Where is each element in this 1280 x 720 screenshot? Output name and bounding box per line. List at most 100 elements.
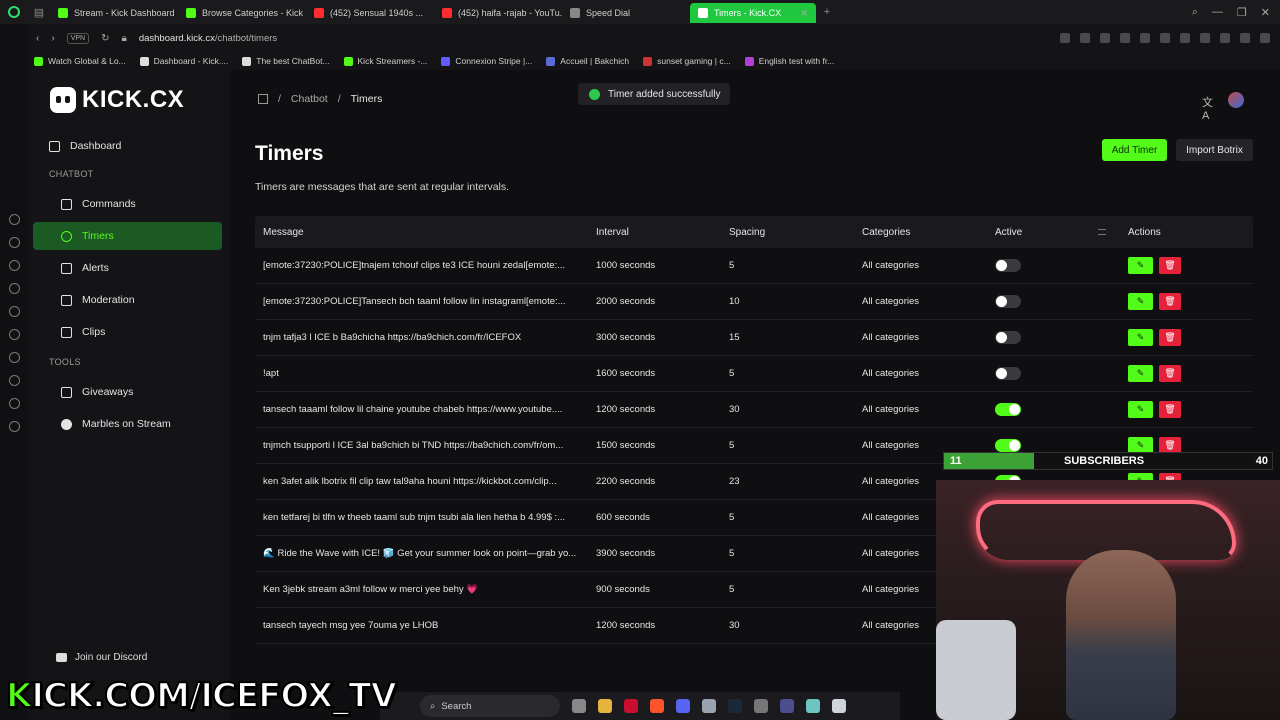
settings-icon[interactable] — [702, 699, 716, 713]
edit-button[interactable]: ✎ — [1128, 329, 1153, 346]
delete-button[interactable]: 🗑︎ — [1159, 329, 1181, 346]
sidebar-app-icon[interactable] — [8, 375, 20, 386]
delete-button[interactable]: 🗑︎ — [1159, 257, 1181, 274]
active-toggle[interactable] — [995, 403, 1021, 416]
edit-button[interactable]: ✎ — [1128, 293, 1153, 310]
sidebar-item-giveaways[interactable]: Giveaways — [33, 378, 222, 406]
messenger-icon[interactable] — [8, 260, 20, 271]
settings-icon[interactable] — [8, 421, 20, 432]
profile-icon[interactable] — [1240, 33, 1250, 43]
app-icon[interactable] — [754, 699, 768, 713]
steam-icon[interactable] — [728, 699, 742, 713]
brave-icon[interactable] — [650, 699, 664, 713]
back-icon[interactable]: ‹ — [36, 33, 39, 44]
browser-tab[interactable]: Speed Dial — [562, 3, 690, 23]
sidebar-item-moderation[interactable]: Moderation — [33, 286, 222, 314]
breadcrumb-chatbot[interactable]: Chatbot — [291, 93, 328, 105]
taskbar-search[interactable]: ⌕ Search — [420, 695, 560, 717]
delete-button[interactable]: 🗑︎ — [1159, 293, 1181, 310]
app-icon[interactable] — [806, 699, 820, 713]
bookmark[interactable]: Dashboard - Kick.... — [139, 56, 228, 66]
forward-icon[interactable]: › — [51, 33, 54, 44]
user-avatar[interactable] — [1228, 92, 1244, 108]
discord-icon — [56, 653, 67, 662]
extension-icon[interactable] — [1180, 33, 1190, 43]
edit-button[interactable]: ✎ — [1128, 365, 1153, 382]
menu-icon[interactable] — [1260, 33, 1270, 43]
home-icon[interactable] — [258, 94, 268, 104]
extension-icon[interactable] — [1060, 33, 1070, 43]
discord-link[interactable]: Join our Discord — [56, 652, 147, 663]
browser-tab-active[interactable]: Timers - Kick.CX ✕ — [690, 3, 816, 23]
sidebar-item-alerts[interactable]: Alerts — [33, 254, 222, 282]
edit-button[interactable]: ✎ — [1128, 257, 1153, 274]
active-toggle[interactable] — [995, 259, 1021, 272]
delete-button[interactable]: 🗑︎ — [1159, 365, 1181, 382]
url-field[interactable]: dashboard.kick.cx/chatbot/timers — [139, 33, 277, 44]
minimize-icon[interactable]: — — [1212, 6, 1223, 19]
delete-button[interactable]: 🗑︎ — [1159, 401, 1181, 418]
extension-icon[interactable] — [1220, 33, 1230, 43]
bookmark[interactable]: Kick Streamers -... — [343, 56, 427, 66]
active-toggle[interactable] — [995, 295, 1021, 308]
extension-icon[interactable] — [1120, 33, 1130, 43]
translate-icon[interactable]: 文A — [1202, 94, 1216, 122]
import-botrix-button[interactable]: Import Botrix — [1176, 139, 1253, 161]
opera-logo-icon[interactable] — [0, 0, 28, 24]
notepad-icon[interactable] — [832, 699, 846, 713]
instagram-icon[interactable] — [8, 306, 20, 317]
extension-icon[interactable] — [1100, 33, 1110, 43]
reload-icon[interactable]: ↻ — [101, 33, 109, 44]
timer-active-cell — [987, 367, 1120, 380]
browser-tab[interactable]: (452) haifa -rajab - YouTu... — [434, 3, 562, 23]
stripe-icon — [441, 56, 451, 66]
bookmark[interactable]: Accueil | Bakchich — [546, 56, 629, 66]
file-explorer-icon[interactable] — [598, 699, 612, 713]
opera-gx-icon[interactable] — [624, 699, 638, 713]
history-icon[interactable] — [8, 398, 20, 409]
close-window-icon[interactable]: ✕ — [1261, 6, 1270, 19]
browser-tab[interactable]: Browse Categories - Kick — [178, 3, 306, 23]
sidebar-item-clips[interactable]: Clips — [33, 318, 222, 346]
obs-icon[interactable] — [780, 699, 794, 713]
tiktok-icon[interactable] — [8, 329, 20, 340]
sidebar-item-commands[interactable]: Commands — [33, 190, 222, 218]
vpn-badge[interactable]: VPN — [66, 32, 90, 44]
bookmark[interactable]: Watch Global & Lo... — [34, 56, 126, 66]
add-timer-button[interactable]: Add Timer — [1102, 139, 1167, 161]
search-tabs-icon[interactable]: ⌕ — [1192, 6, 1198, 19]
bookmark[interactable]: sunset gaming | c... — [643, 56, 731, 66]
tab-menu-icon[interactable]: ▤ — [28, 0, 50, 24]
active-toggle[interactable] — [995, 331, 1021, 344]
bookmark[interactable]: English test with fr... — [744, 56, 834, 66]
kickcx-logo[interactable]: KICK.CX — [50, 86, 184, 114]
bookmark[interactable]: Connexion Stripe |... — [441, 56, 532, 66]
sidebar-item-marbles[interactable]: Marbles on Stream — [33, 410, 222, 438]
sidebar-app-icon[interactable] — [8, 237, 20, 248]
extension-icon[interactable] — [1140, 33, 1150, 43]
maximize-icon[interactable]: ❐ — [1237, 6, 1247, 19]
sidebar-item-dashboard[interactable]: Dashboard — [33, 132, 222, 160]
whatsapp-icon[interactable] — [8, 283, 20, 294]
extension-icon[interactable] — [1200, 33, 1210, 43]
browser-tab[interactable]: Stream - Kick Dashboard — [50, 3, 178, 23]
subscriber-goal: 40 — [1255, 455, 1268, 467]
player-icon[interactable] — [8, 352, 20, 363]
discord-icon[interactable] — [676, 699, 690, 713]
chair — [936, 620, 1016, 720]
active-toggle[interactable] — [995, 439, 1021, 452]
close-tab-icon[interactable]: ✕ — [800, 8, 808, 19]
sidebar-app-icon[interactable] — [8, 214, 20, 225]
timer-message: tansech taaaml follow lil chaine youtube… — [263, 404, 563, 415]
bookmark[interactable]: The best ChatBot... — [242, 56, 330, 66]
page-title: Timers — [255, 142, 324, 165]
extension-icon[interactable] — [1160, 33, 1170, 43]
edit-button[interactable]: ✎ — [1128, 401, 1153, 418]
task-view-icon[interactable] — [572, 699, 586, 713]
active-toggle[interactable] — [995, 367, 1021, 380]
new-tab-icon[interactable]: + — [816, 0, 838, 24]
extension-icon[interactable] — [1080, 33, 1090, 43]
filter-icon[interactable] — [1098, 229, 1106, 235]
browser-tab[interactable]: (452) Sensual 1940s ... — [306, 3, 434, 23]
sidebar-item-timers[interactable]: Timers — [33, 222, 222, 250]
